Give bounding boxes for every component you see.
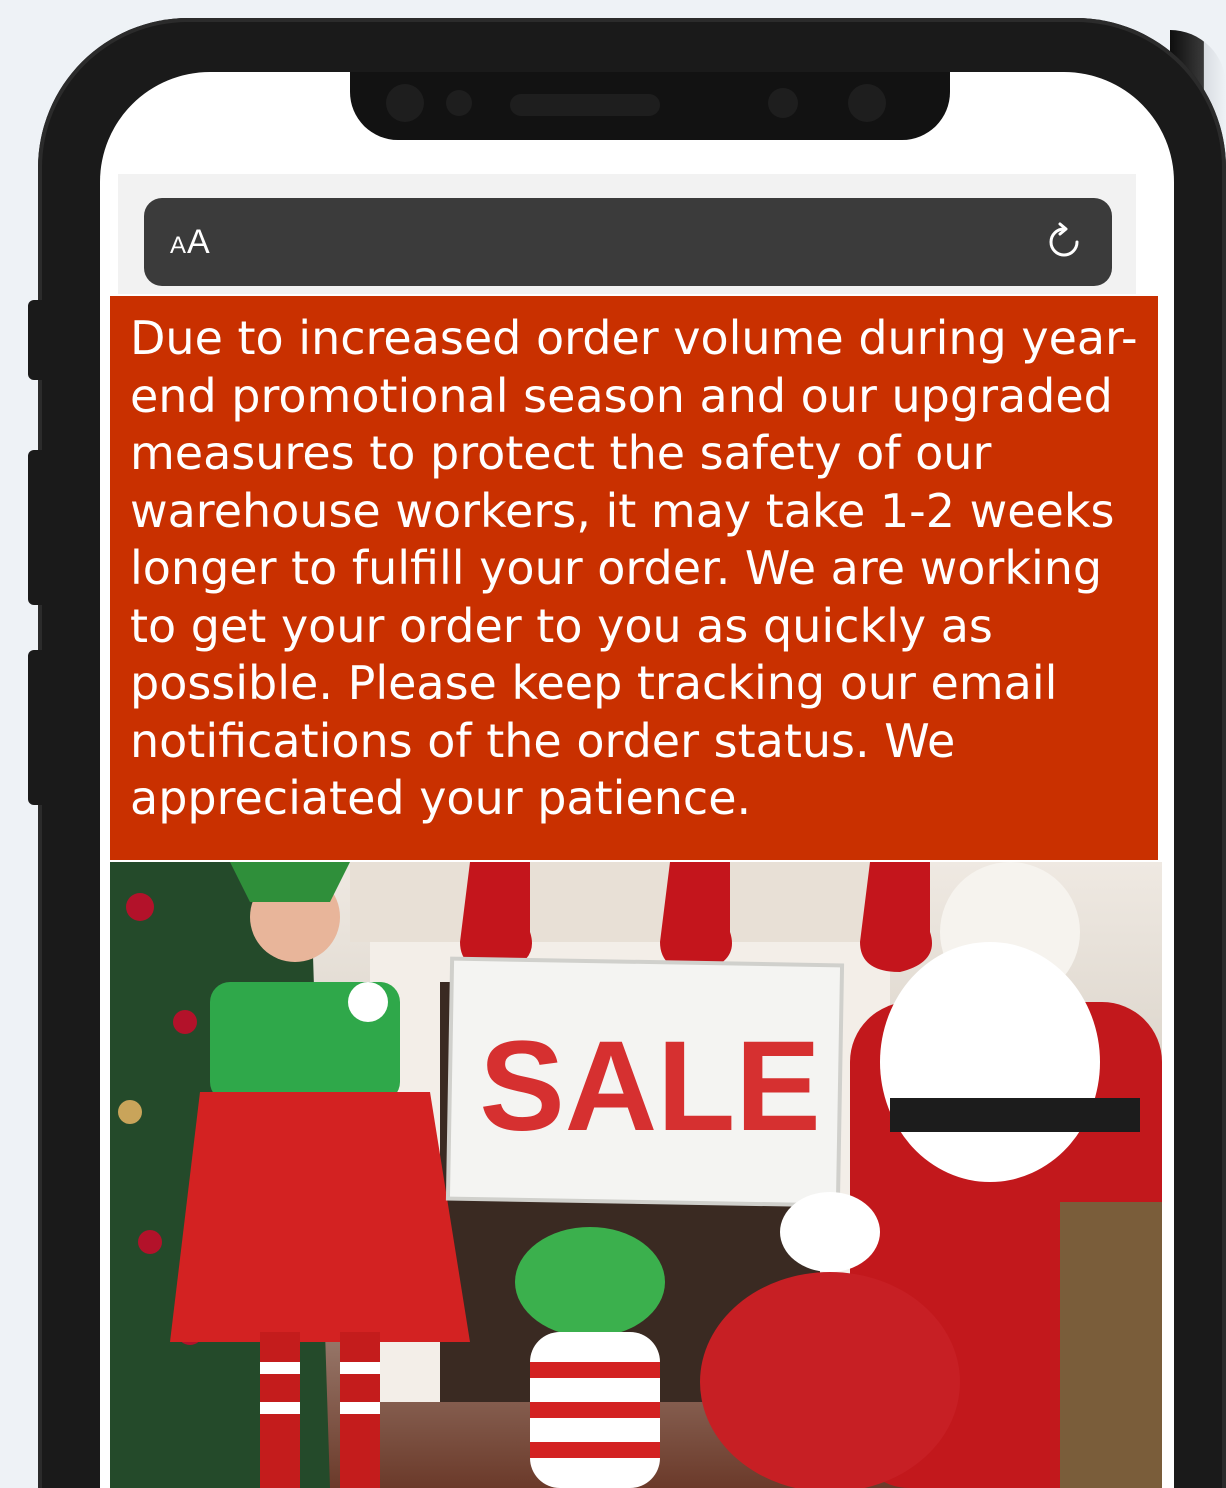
text-size-large: A [187,222,211,261]
text-size-button[interactable]: AA [170,223,211,262]
reload-icon[interactable] [1042,220,1086,264]
sensor-dot [768,88,798,118]
front-camera [848,84,886,122]
sensor-dot [386,84,424,122]
volume-down-button [28,650,42,805]
volume-up-button [28,450,42,605]
speaker-grille [510,94,660,116]
mute-switch [28,300,42,380]
christmas-sale-photo: SALE [110,862,1162,1488]
phone-screen: AA Due to increased order volume during … [100,72,1174,1488]
text-size-small: A [170,231,188,259]
address-bar[interactable]: AA [144,198,1112,286]
sensor-dot [446,90,472,116]
sale-sign-text: SALE [479,1015,820,1158]
shipping-delay-notice: Due to increased order volume during yea… [110,296,1158,860]
notch [350,72,950,140]
